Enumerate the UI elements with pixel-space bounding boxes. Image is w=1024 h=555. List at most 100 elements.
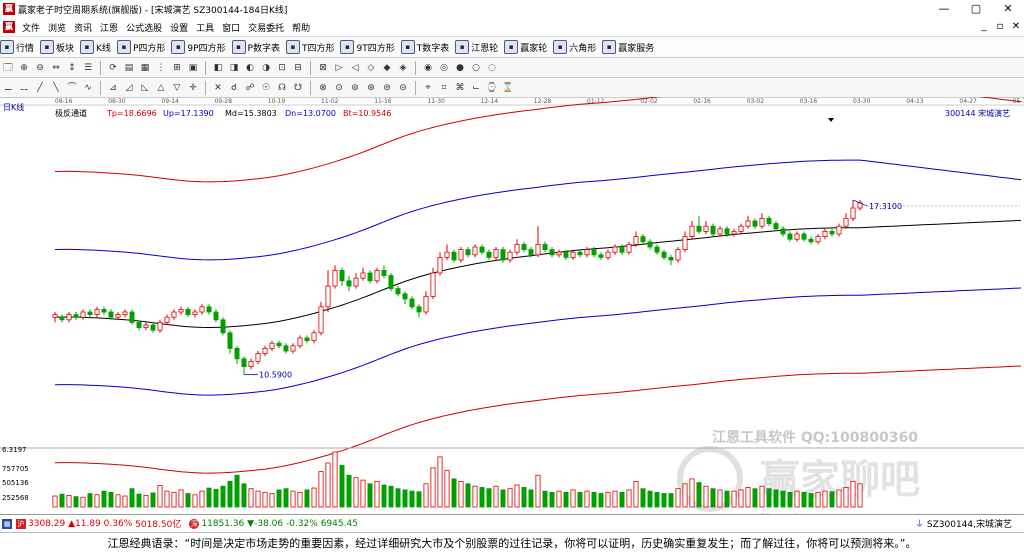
- toolbar-item-7[interactable]: ▪ 9T四方形: [340, 40, 395, 54]
- volume-bar: [605, 491, 611, 508]
- toolbar3-tool-icon-19[interactable]: ⊙: [332, 81, 346, 95]
- menu-help[interactable]: 帮助: [288, 21, 314, 34]
- toolbar3-tool-icon-10[interactable]: ▽: [170, 81, 184, 95]
- kline-chart[interactable]: 08-16 08-30 09-14 09-28 10-19 11-02 11-16 11-30…: [0, 97, 1024, 514]
- menu-trade[interactable]: 交易委托: [244, 21, 288, 34]
- toolbar2-tool-icon-1[interactable]: ⊕: [17, 61, 31, 75]
- mdi-minimize-button[interactable]: _: [976, 18, 992, 36]
- toolbar2-tool-icon-19[interactable]: ▷: [332, 61, 346, 75]
- toolbar2-tool-icon-10[interactable]: ⊞: [170, 61, 184, 75]
- toolbar3-tool-icon-27[interactable]: ⌙: [469, 81, 483, 95]
- toolbar3-tool-icon-25[interactable]: ⌗: [437, 81, 451, 95]
- toolbar2-tool-icon-12[interactable]: ◧: [211, 61, 225, 75]
- toolbar3-tool-icon-24[interactable]: ⌖: [421, 81, 435, 95]
- toolbar-item-1[interactable]: ▪ 板块: [40, 40, 74, 54]
- toolbar3-tool-icon-13[interactable]: ☌: [227, 81, 241, 95]
- toolbar2-tool-icon-4[interactable]: ↕: [65, 61, 79, 75]
- candle-body: [703, 225, 709, 232]
- candle-body: [626, 243, 632, 253]
- toolbar2-tool-icon-17[interactable]: ⊟: [291, 61, 305, 75]
- menu-window[interactable]: 窗口: [218, 21, 244, 34]
- toolbar2-tool-icon-23[interactable]: ◈: [396, 61, 410, 75]
- mdi-restore-button[interactable]: ▫: [992, 18, 1008, 36]
- toolbar3-tool-icon-29[interactable]: ⌛: [501, 81, 515, 95]
- menu-formula[interactable]: 公式选股: [122, 21, 166, 34]
- toolbar3-tool-icon-20[interactable]: ⊚: [348, 81, 362, 95]
- toolbar2-tool-icon-15[interactable]: ◑: [259, 61, 273, 75]
- menu-file[interactable]: 文件: [18, 21, 44, 34]
- toolbar3-tool-icon-22[interactable]: ⊜: [380, 81, 394, 95]
- toolbar-item-2[interactable]: ▪ K线: [80, 40, 111, 54]
- toolbar2-tool-icon-21[interactable]: ◇: [364, 61, 378, 75]
- toolbar3-tool-icon-28[interactable]: ⌚: [485, 81, 499, 95]
- menu-browse[interactable]: 浏览: [44, 21, 70, 34]
- toolbar2-tool-icon-22[interactable]: ◆: [380, 61, 394, 75]
- toolbar2-tool-icon-25[interactable]: ◎: [437, 61, 451, 75]
- toolbar3-tool-icon-23[interactable]: ⊝: [396, 81, 410, 95]
- candle-body: [780, 228, 786, 235]
- toolbar3-tool-icon-15[interactable]: ☉: [259, 81, 273, 95]
- toolbar3-tool-icon-18[interactable]: ⊗: [316, 81, 330, 95]
- toolbar3-tool-icon-17[interactable]: ☋: [291, 81, 305, 95]
- toolbar2-tool-icon-2[interactable]: ⊖: [33, 61, 47, 75]
- toolbar3-tool-icon-3[interactable]: ╲: [49, 81, 63, 95]
- menu-tools[interactable]: 工具: [192, 21, 218, 34]
- close-button[interactable]: ✕: [992, 0, 1024, 18]
- toolbar3-tool-icon-1[interactable]: ⚋: [17, 81, 31, 95]
- toolbar3-tool-icon-0[interactable]: ⚊: [1, 81, 15, 95]
- toolbar-item-0[interactable]: ▪ 行情: [0, 40, 34, 54]
- toolbar2-tool-icon-13[interactable]: ◨: [227, 61, 241, 75]
- toolbar2-tool-icon-5[interactable]: ☰: [81, 61, 95, 75]
- toolbar-item-10[interactable]: ▪ 赢家轮: [504, 40, 547, 54]
- toolbar-item-3[interactable]: ▪ P四方形: [116, 40, 165, 54]
- toolbar2-tool-icon-18[interactable]: ⊠: [316, 61, 330, 75]
- volume-bar: [136, 493, 142, 508]
- toolbar3-tool-icon-16[interactable]: ☊: [275, 81, 289, 95]
- toolbar3-tool-icon-26[interactable]: ⌘: [453, 81, 467, 95]
- minimize-button[interactable]: —: [928, 0, 960, 18]
- toolbar2-tool-icon-6[interactable]: ⟳: [106, 61, 120, 75]
- toolbar2-tool-icon-20[interactable]: ◁: [348, 61, 362, 75]
- toolbar2-tool-icon-26[interactable]: ●: [453, 61, 467, 75]
- toolbar2-tool-icon-11[interactable]: ▣: [186, 61, 200, 75]
- toolbar2-tool-icon-24[interactable]: ◉: [421, 61, 435, 75]
- toolbar3-tool-icon-12[interactable]: ✕: [211, 81, 225, 95]
- toolbar-item-9[interactable]: ▪ 江恩轮: [455, 40, 498, 54]
- toolbar3-tool-icon-21[interactable]: ⊛: [364, 81, 378, 95]
- toolbar2-tool-icon-28[interactable]: ◌: [485, 61, 499, 75]
- toolbar2-tool-icon-7[interactable]: ▤: [122, 61, 136, 75]
- toolbar3-tool-icon-7[interactable]: ◿: [122, 81, 136, 95]
- toolbar3-tool-icon-9[interactable]: △: [154, 81, 168, 95]
- toolbar3-tool-icon-8[interactable]: ◺: [138, 81, 152, 95]
- toolbar-item-icon: ▪: [116, 40, 131, 54]
- toolbar2-tool-icon-8[interactable]: ▦: [138, 61, 152, 75]
- toolbar-item-4[interactable]: ▪ 9P四方形: [171, 40, 226, 54]
- grid-icon[interactable]: ▦: [2, 518, 12, 529]
- toolbar2-tool-icon-16[interactable]: ⊡: [275, 61, 289, 75]
- toolbar3-tool-icon-5[interactable]: ∿: [81, 81, 95, 95]
- toolbar3-tool-icon-11[interactable]: ✛: [186, 81, 200, 95]
- volume-bar: [514, 484, 520, 508]
- maximize-button[interactable]: ▢: [960, 0, 992, 18]
- toolbar2-tool-icon-9[interactable]: ⋮: [154, 61, 168, 75]
- toolbar-item-12[interactable]: ▪ 赢家服务: [602, 40, 654, 54]
- toolbar-item-8[interactable]: ▪ T数字表: [400, 40, 449, 54]
- mdi-close-button[interactable]: ✕: [1008, 18, 1024, 36]
- toolbar2-tool-icon-0[interactable]: 🗔: [1, 61, 15, 75]
- toolbar3-tool-icon-4[interactable]: ⌒: [65, 81, 79, 95]
- menu-gann[interactable]: 江恩: [96, 21, 122, 34]
- toolbar3-tool-icon-6[interactable]: ⊿: [106, 81, 120, 95]
- toolbar2-tool-icon-3[interactable]: ⇔: [49, 61, 63, 75]
- toolbar-item-6[interactable]: ▪ T四方形: [285, 40, 334, 54]
- toolbar2-tool-icon-27[interactable]: ○: [469, 61, 483, 75]
- candle-body: [353, 277, 359, 287]
- toolbar3-tool-icon-14[interactable]: ☍: [243, 81, 257, 95]
- toolbar3-tool-icon-2[interactable]: ╱: [33, 81, 47, 95]
- toolbar2-tool-icon-14[interactable]: ◐: [243, 61, 257, 75]
- toolbar-separator: [100, 80, 101, 95]
- toolbar-item-5[interactable]: ▪ P数字表: [231, 40, 280, 54]
- menu-info[interactable]: 资讯: [70, 21, 96, 34]
- menu-settings[interactable]: 设置: [166, 21, 192, 34]
- candle-body: [437, 256, 443, 274]
- toolbar-item-11[interactable]: ▪ 六角形: [553, 40, 596, 54]
